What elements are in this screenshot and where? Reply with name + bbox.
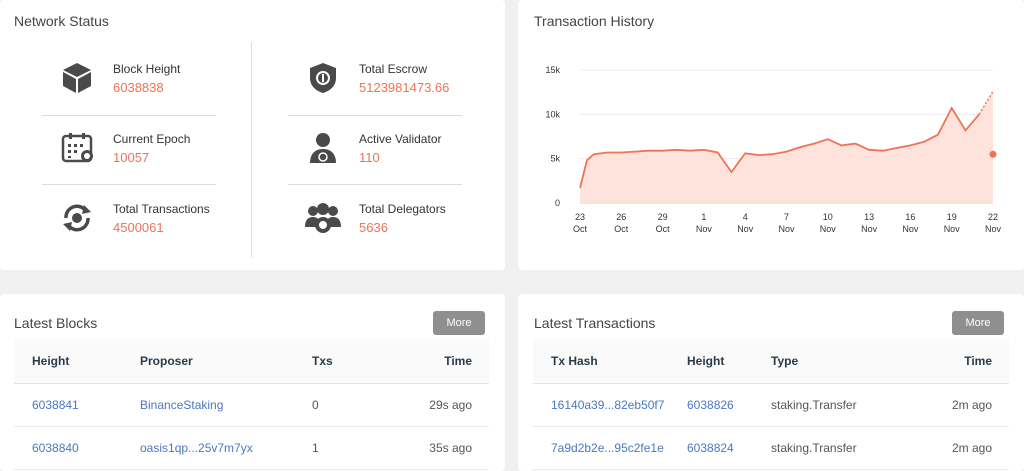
calendar-icon: [59, 130, 95, 166]
stat-label: Block Height: [113, 62, 181, 76]
user-badge-icon: [305, 130, 341, 166]
x-tick-label: 23: [575, 212, 585, 222]
stat-label: Total Escrow: [359, 62, 428, 76]
latest-transactions-title: Latest Transactions: [534, 315, 656, 331]
series-area: [580, 91, 993, 203]
table-header-row: Height Proposer Txs Time: [14, 339, 489, 384]
block-time: 29s ago: [382, 383, 489, 427]
x-tick-label: Nov: [902, 224, 919, 234]
tx-height-link[interactable]: 6038824: [687, 426, 771, 470]
tx-type: staking.Transfer: [771, 383, 891, 427]
x-tick-label: Oct: [573, 224, 588, 234]
network-status-title: Network Status: [14, 13, 109, 29]
tx-time: 2m ago: [891, 426, 1009, 470]
tx-time: 2m ago: [891, 383, 1009, 427]
x-tick-label: Nov: [778, 224, 795, 234]
x-tick-label: 10: [823, 212, 833, 222]
block-time: 35s ago: [382, 426, 489, 470]
table-row: 7a9d2b2e...95c2fe1e 6038824 staking.Tran…: [533, 426, 1009, 470]
column-header-proposer: Proposer: [122, 339, 312, 384]
refresh-coin-icon: [59, 200, 95, 236]
x-tick-label: 7: [784, 212, 789, 222]
column-header-time: Time: [891, 339, 1009, 384]
stat-value: 10057: [113, 150, 150, 165]
shield-coin-icon: [305, 60, 341, 96]
stat-value: 5123981473.66: [359, 80, 450, 95]
x-tick-label: 22: [988, 212, 998, 222]
stat-label: Total Transactions: [113, 202, 210, 216]
block-height-link[interactable]: 6038841: [14, 383, 122, 427]
transaction-history-chart: 0 5k 10k 15k 23 Oct 26 Oct 29 Oct 1 Nov 4 Nov 7 Nov 10 No…: [545, 65, 1002, 234]
y-tick-label: 5k: [550, 154, 560, 164]
stat-current-epoch: Current Epoch 10057: [45, 118, 220, 178]
stat-active-validator: Active Validator 110: [291, 118, 466, 178]
network-status-card: Network Status Block Height 6038838 Curr…: [0, 0, 505, 270]
table-row: 16140a39...82eb50f7 6038826 staking.Tran…: [533, 383, 1009, 427]
y-tick-label: 10k: [545, 109, 560, 119]
y-tick-label: 15k: [545, 65, 560, 75]
column-header-height: Height: [14, 339, 122, 384]
group-icon: [305, 200, 341, 236]
column-divider: [251, 42, 252, 257]
latest-transactions-card: Latest Transactions More Tx Hash Height …: [518, 294, 1024, 471]
tx-hash-link[interactable]: 16140a39...82eb50f7: [533, 383, 687, 427]
table-row: 6038840 oasis1qp...25v7m7yx 1 35s ago: [14, 426, 489, 470]
txs-count: 0: [312, 383, 382, 427]
column-header-txs: Txs: [312, 339, 382, 384]
stat-total-transactions: Total Transactions 4500061: [45, 188, 220, 248]
divider: [288, 184, 462, 185]
x-tick-label: 19: [947, 212, 957, 222]
x-tick-label: Nov: [737, 224, 754, 234]
stat-label: Total Delegators: [359, 202, 446, 216]
x-tick-label: 16: [905, 212, 915, 222]
x-tick-label: Nov: [820, 224, 837, 234]
divider: [288, 115, 462, 116]
stat-label: Active Validator: [359, 132, 442, 146]
x-tick-label: 1: [701, 212, 706, 222]
x-tick-label: 29: [658, 212, 668, 222]
stat-block-height: Block Height 6038838: [45, 48, 220, 108]
table-header-row: Tx Hash Height Type Time: [533, 339, 1009, 384]
tx-hash-link[interactable]: 7a9d2b2e...95c2fe1e: [533, 426, 687, 470]
stat-value: 6038838: [113, 80, 164, 95]
stat-total-escrow: Total Escrow 5123981473.66: [291, 48, 466, 108]
stat-label: Current Epoch: [113, 132, 191, 146]
txs-count: 1: [312, 426, 382, 470]
x-tick-label: Nov: [985, 224, 1002, 234]
column-header-height: Height: [687, 339, 771, 384]
y-tick-label: 0: [555, 198, 560, 208]
column-header-tx-hash: Tx Hash: [533, 339, 687, 384]
proposer-link[interactable]: BinanceStaking: [122, 383, 312, 427]
x-tick-label: Oct: [656, 224, 671, 234]
x-tick-label: Nov: [944, 224, 961, 234]
tx-height-link[interactable]: 6038826: [687, 383, 771, 427]
stat-value: 5636: [359, 220, 388, 235]
stat-total-delegators: Total Delegators 5636: [291, 188, 466, 248]
more-transactions-button[interactable]: More: [952, 311, 1004, 335]
tx-type: staking.Transfer: [771, 426, 891, 470]
block-height-link[interactable]: 6038840: [14, 426, 122, 470]
proposer-link[interactable]: oasis1qp...25v7m7yx: [122, 426, 312, 470]
column-header-time: Time: [382, 339, 489, 384]
x-tick-label: Nov: [861, 224, 878, 234]
more-blocks-button[interactable]: More: [433, 311, 485, 335]
latest-blocks-title: Latest Blocks: [14, 315, 98, 331]
divider: [42, 115, 216, 116]
latest-blocks-card: Latest Blocks More Height Proposer Txs T…: [0, 294, 505, 471]
x-tick-label: Oct: [614, 224, 629, 234]
x-tick-label: 4: [743, 212, 748, 222]
latest-blocks-table: Height Proposer Txs Time 6038841 Binance…: [14, 339, 489, 470]
cube-icon: [59, 60, 95, 96]
column-header-type: Type: [771, 339, 891, 384]
divider: [42, 184, 216, 185]
x-tick-label: 26: [616, 212, 626, 222]
latest-transactions-table: Tx Hash Height Type Time 16140a39...82eb…: [533, 339, 1009, 470]
table-row: 6038841 BinanceStaking 0 29s ago: [14, 383, 489, 427]
transaction-history-card: Transaction History 0 5k 10k 15k 23 Oct 26 Oct 2…: [518, 0, 1024, 270]
stat-value: 110: [359, 150, 380, 165]
series-marker: [989, 150, 997, 158]
x-tick-label: 13: [864, 212, 874, 222]
stat-value: 4500061: [113, 220, 164, 235]
x-tick-label: Nov: [696, 224, 713, 234]
